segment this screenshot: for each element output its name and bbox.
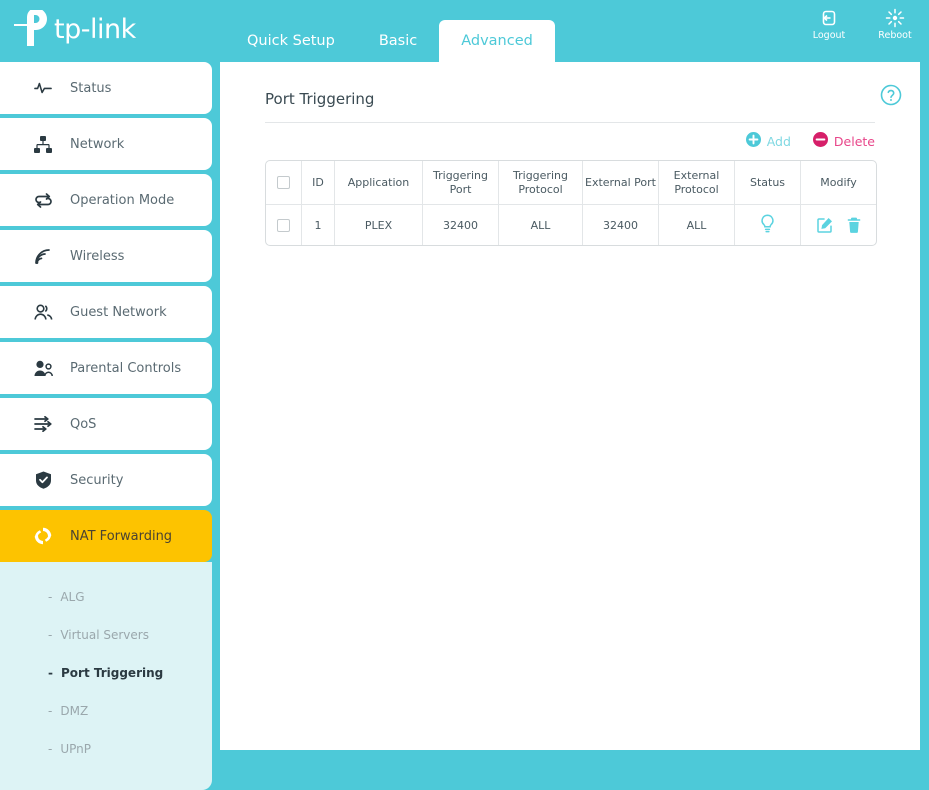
lightbulb-icon[interactable] [760, 214, 775, 236]
cell-modify [801, 205, 876, 245]
sidebar-item-qos[interactable]: QoS [0, 398, 212, 450]
main-nav-tabs: Quick Setup Basic Advanced [225, 0, 555, 62]
logout-button[interactable]: Logout [803, 8, 855, 41]
column-header-triggering-port: Triggering Port [423, 161, 499, 205]
sidebar-item-label: QoS [70, 416, 97, 432]
edit-square-icon[interactable] [816, 217, 833, 233]
trash-icon[interactable] [847, 217, 861, 233]
sidebar-item-operation-mode[interactable]: Operation Mode [0, 174, 212, 226]
table-toolbar: Add Delete [265, 123, 875, 160]
sidebar-item-label: NAT Forwarding [70, 528, 173, 544]
sidebar-item-label: Operation Mode [70, 192, 175, 208]
parent-child-icon [30, 360, 56, 377]
refresh-cycle-icon [30, 527, 56, 545]
logout-icon [803, 8, 855, 28]
cell-status [735, 205, 801, 245]
cell-triggering-protocol: ALL [499, 205, 583, 245]
add-button[interactable]: Add [745, 132, 791, 150]
select-all-checkbox[interactable] [277, 176, 290, 190]
column-header-external-port: External Port [583, 161, 659, 205]
column-header-triggering-protocol: Triggering Protocol [499, 161, 583, 205]
sidebar-item-wireless[interactable]: Wireless [0, 230, 212, 282]
tp-link-logo: tp-link [10, 8, 136, 49]
shield-check-icon [30, 471, 56, 489]
people-icon [30, 303, 56, 321]
sidebar-item-label: Wireless [70, 248, 125, 264]
sidebar-item-label: Security [70, 472, 124, 488]
sidebar-subitem-label: DMZ [60, 704, 89, 718]
right-edge-strip [920, 62, 929, 750]
sidebar-item-label: Parental Controls [70, 360, 182, 376]
submenu-dash: - [48, 590, 53, 604]
reboot-icon [869, 8, 921, 28]
minus-circle-icon [812, 132, 828, 150]
sidebar-item-parental-controls[interactable]: Parental Controls [0, 342, 212, 394]
sidebar-item-status[interactable]: Status [0, 62, 212, 114]
cell-external-protocol: ALL [659, 205, 735, 245]
pulse-icon [30, 80, 56, 96]
column-header-id: ID [302, 161, 335, 205]
network-tree-icon [30, 135, 56, 153]
tp-link-logo-text: tp-link [54, 13, 136, 45]
row-checkbox[interactable] [277, 218, 290, 232]
select-all-header [266, 161, 302, 205]
sidebar: Status Network Operation Mode Wireless G… [0, 62, 212, 790]
add-label: Add [766, 133, 791, 149]
sidebar-subitem-label: ALG [60, 590, 85, 604]
plus-circle-icon [745, 132, 761, 150]
column-header-modify: Modify [801, 161, 876, 205]
submenu-dash: - [48, 666, 53, 680]
sidebar-subitem-port-triggering[interactable]: - Port Triggering [0, 654, 212, 692]
sliders-icon [30, 416, 56, 432]
sidebar-item-network[interactable]: Network [0, 118, 212, 170]
reboot-label: Reboot [878, 30, 912, 41]
tp-link-logo-icon [10, 8, 52, 48]
logout-label: Logout [812, 30, 846, 41]
sidebar-item-label: Status [70, 80, 112, 96]
port-triggering-table: ID Application Triggering Port Triggerin… [265, 160, 877, 246]
cell-application: PLEX [335, 205, 423, 245]
sidebar-subitem-upnp[interactable]: - UPnP [0, 730, 212, 768]
submenu-dash: - [48, 704, 53, 718]
sidebar-item-security[interactable]: Security [0, 454, 212, 506]
sidebar-subitem-alg[interactable]: - ALG [0, 578, 212, 616]
sidebar-subitem-dmz[interactable]: - DMZ [0, 692, 212, 730]
sidebar-item-guest-network[interactable]: Guest Network [0, 286, 212, 338]
sidebar-subitem-label: Virtual Servers [60, 628, 149, 642]
swap-arrows-icon [30, 192, 56, 209]
top-actions: Logout Reboot [803, 8, 921, 41]
sidebar-submenu-nat-forwarding: - ALG - Virtual Servers - Port Triggerin… [0, 562, 212, 790]
sidebar-subitem-virtual-servers[interactable]: - Virtual Servers [0, 616, 212, 654]
top-bar: tp-link Quick Setup Basic Advanced Logou… [0, 0, 929, 62]
tab-basic[interactable]: Basic [357, 20, 439, 62]
sidebar-subitem-label: Port Triggering [60, 666, 164, 680]
delete-button[interactable]: Delete [812, 132, 875, 150]
row-select-cell [266, 205, 302, 245]
sidebar-subitem-label: UPnP [60, 742, 91, 756]
column-header-external-protocol: External Protocol [659, 161, 735, 205]
submenu-dash: - [48, 742, 53, 756]
reboot-button[interactable]: Reboot [869, 8, 921, 41]
delete-label: Delete [833, 133, 875, 149]
tab-quick-setup[interactable]: Quick Setup [225, 20, 357, 62]
submenu-dash: - [48, 628, 53, 642]
cell-id: 1 [302, 205, 335, 245]
sidebar-item-label: Network [70, 136, 125, 152]
wifi-icon [30, 248, 56, 265]
page-title: Port Triggering [265, 90, 875, 123]
sidebar-item-nat-forwarding[interactable]: NAT Forwarding [0, 510, 212, 562]
column-header-status: Status [735, 161, 801, 205]
table-row: 1 PLEX 32400 ALL 32400 ALL [266, 205, 876, 245]
sidebar-item-label: Guest Network [70, 304, 167, 320]
tab-advanced[interactable]: Advanced [439, 20, 555, 62]
content-panel: Port Triggering Add Delete ID Applicatio… [220, 62, 920, 750]
help-circle-icon[interactable] [880, 84, 902, 110]
cell-triggering-port: 32400 [423, 205, 499, 245]
cell-external-port: 32400 [583, 205, 659, 245]
table-header-row: ID Application Triggering Port Triggerin… [266, 161, 876, 205]
column-header-application: Application [335, 161, 423, 205]
